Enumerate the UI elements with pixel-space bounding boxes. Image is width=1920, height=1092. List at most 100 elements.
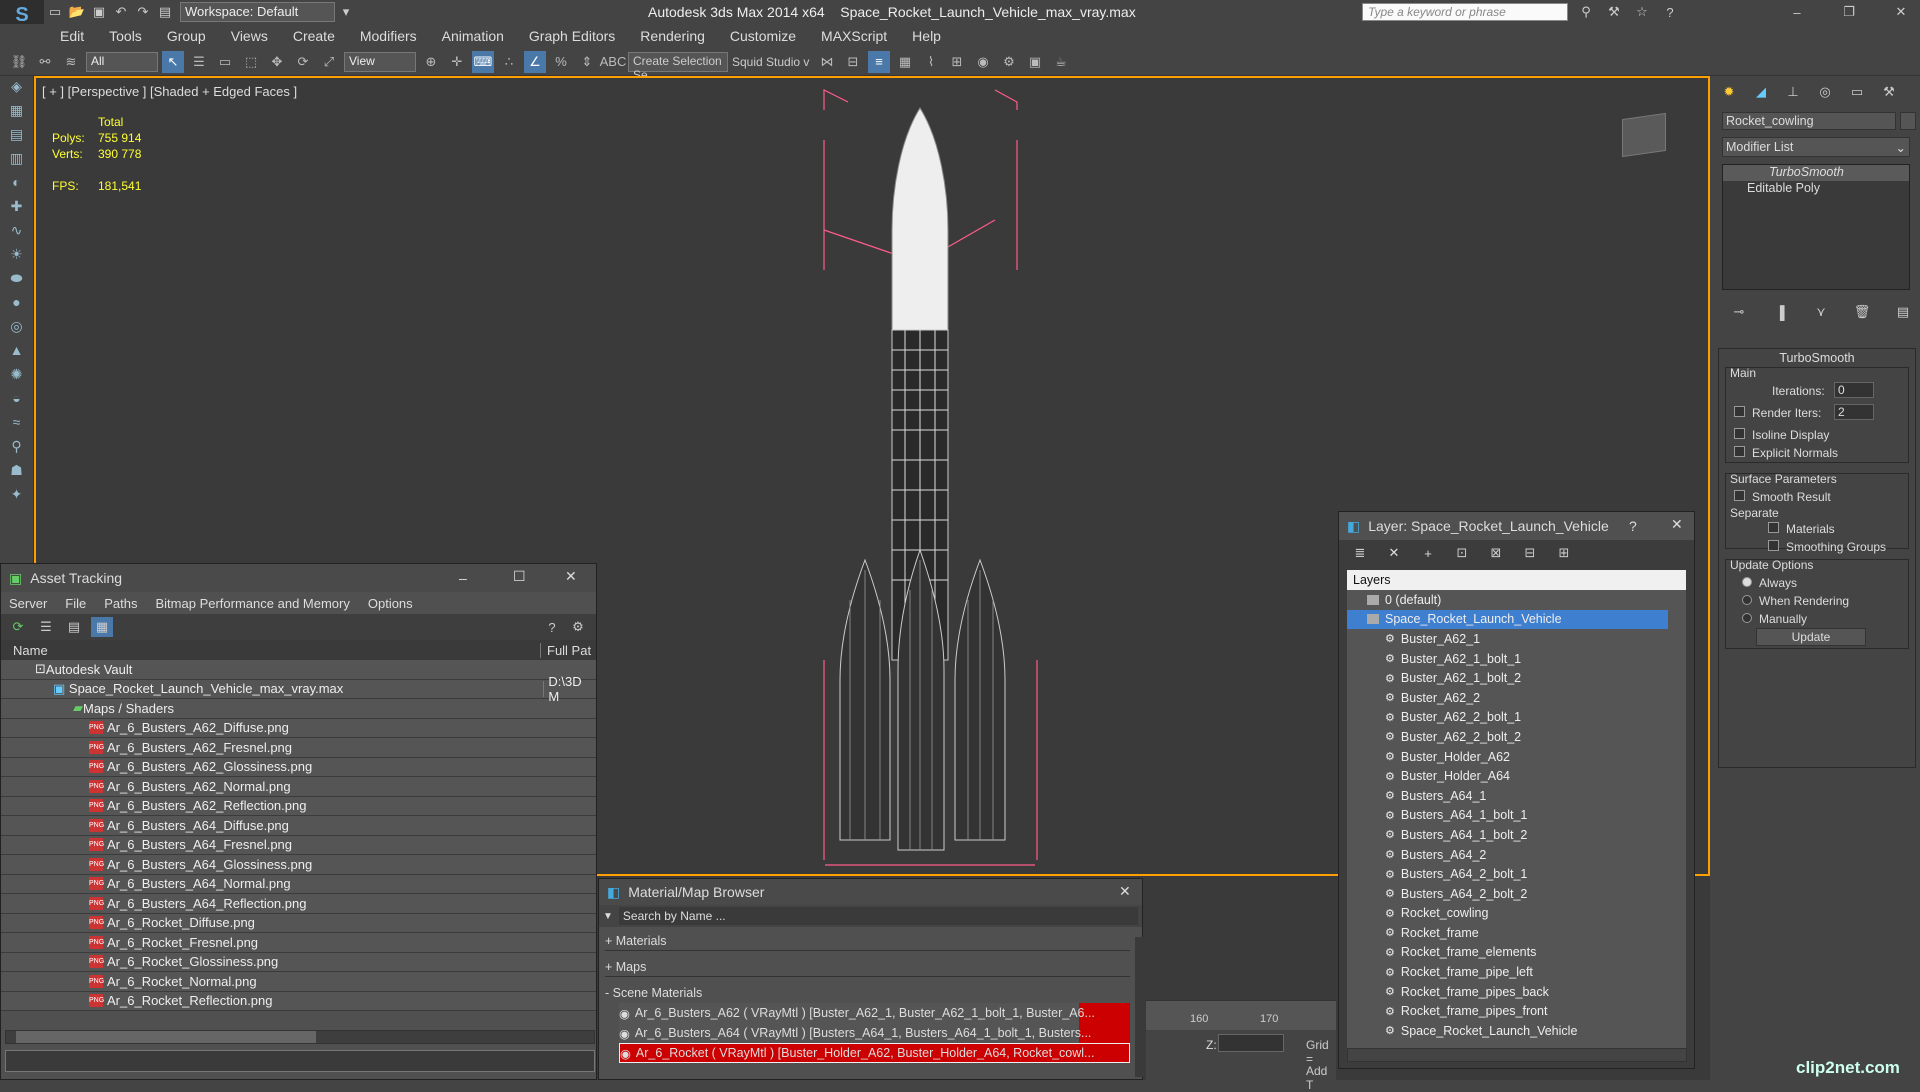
sphere-tool-icon[interactable]: ●	[4, 294, 29, 316]
help-icon[interactable]: ?	[1659, 2, 1681, 22]
menu-edit[interactable]: Edit	[60, 28, 84, 44]
light-tool-icon[interactable]: ☀	[4, 246, 29, 268]
shape-tool-icon[interactable]: ⬬	[4, 270, 29, 292]
menu-options[interactable]: Options	[368, 596, 413, 611]
helper-tool-icon[interactable]: ✚	[4, 198, 29, 220]
select-in-layer-icon[interactable]: ⊡	[1451, 543, 1473, 563]
menu-group[interactable]: Group	[167, 28, 206, 44]
z-coordinate-field[interactable]	[1218, 1034, 1284, 1052]
layer-object-row[interactable]: ⚙ Rocket_frame_pipes_back	[1385, 982, 1686, 1002]
pivot-icon[interactable]: ⊕	[420, 51, 442, 73]
select-manipulate-icon[interactable]: ✛	[446, 51, 468, 73]
menu-graph-editors[interactable]: Graph Editors	[529, 28, 615, 44]
redo-icon[interactable]: ↷	[132, 2, 154, 22]
remove-modifier-icon[interactable]: 🗑	[1851, 302, 1873, 322]
layer-row-default[interactable]: 0 (default)	[1347, 590, 1686, 610]
menu-tools[interactable]: Tools	[109, 28, 142, 44]
minimize-icon[interactable]: –	[459, 570, 467, 586]
graphite-ribbon-icon[interactable]: ▦	[894, 51, 916, 73]
rocket-wireframe-model[interactable]	[810, 80, 1050, 880]
teapot-tool-icon[interactable]: ◒	[4, 390, 29, 412]
percent-snap-icon[interactable]: %	[550, 51, 572, 73]
torus-tool-icon[interactable]: ◎	[4, 318, 29, 340]
update-button[interactable]: Update	[1756, 628, 1866, 646]
refresh-icon[interactable]: ⟳	[7, 617, 29, 637]
layer-object-row[interactable]: ⚙ Rocket_frame_elements	[1385, 943, 1686, 963]
rectangular-selection-icon[interactable]: ▭	[214, 51, 236, 73]
section-materials[interactable]: + Materials	[605, 931, 1130, 951]
keyboard-shortcut-override-icon[interactable]: ⌨	[472, 50, 494, 73]
show-end-result-icon[interactable]: ▐	[1769, 302, 1791, 322]
layers-column-header[interactable]: Layers	[1347, 570, 1686, 590]
table-row[interactable]: PNG Ar_6_Rocket_Reflection.png	[1, 992, 596, 1011]
freeze-all-layers-icon[interactable]: ⊞	[1553, 543, 1575, 563]
section-scene-materials[interactable]: - Scene Materials	[605, 983, 1130, 1003]
layer-object-row[interactable]: ⚙ Buster_A62_1_bolt_1	[1385, 649, 1686, 669]
help-button[interactable]: ?	[1629, 518, 1637, 534]
layer-object-row[interactable]: ⚙ Busters_A64_2	[1385, 845, 1686, 865]
menu-customize[interactable]: Customize	[730, 28, 796, 44]
layer-object-row[interactable]: ⚙ Buster_Holder_A64	[1385, 766, 1686, 786]
modifier-list-dropdown[interactable]: Modifier List ⌄	[1722, 137, 1910, 157]
bind-space-warp-icon[interactable]: ≋	[60, 51, 82, 73]
spring-tool-icon[interactable]: ≈	[4, 414, 29, 436]
layer-object-row[interactable]: ⚙ Rocket_cowling	[1385, 904, 1686, 924]
layer-horizontal-scrollbar[interactable]	[1347, 1048, 1687, 1062]
render-production-icon[interactable]: ☕	[1050, 51, 1072, 73]
hierarchy-tab-icon[interactable]: ⊥	[1782, 82, 1804, 102]
list-view-icon[interactable]: ☰	[35, 617, 57, 637]
isoline-checkbox[interactable]	[1734, 428, 1745, 439]
table-row[interactable]: PNG Ar_6_Busters_A62_Fresnel.png	[1, 738, 596, 758]
bone-tool-icon[interactable]: ⚲	[4, 438, 29, 460]
spinner-snap-icon[interactable]: ⇕	[576, 51, 598, 73]
grid-view-icon[interactable]: ▦	[91, 617, 113, 637]
open-file-icon[interactable]: 📂	[66, 2, 88, 22]
menu-bitmap-performance[interactable]: Bitmap Performance and Memory	[156, 596, 350, 611]
align-icon[interactable]: ⊟	[842, 51, 864, 73]
table-row[interactable]: ▰ Maps / Shaders	[1, 699, 596, 719]
schematic-view-icon[interactable]: ⊞	[946, 51, 968, 73]
menu-help[interactable]: Help	[912, 28, 941, 44]
close-icon[interactable]: ✕	[1890, 2, 1912, 22]
minimize-icon[interactable]: –	[1786, 2, 1808, 22]
table-row[interactable]: PNG Ar_6_Rocket_Diffuse.png	[1, 914, 596, 933]
table-row[interactable]: PNG Ar_6_Busters_A64_Glossiness.png	[1, 855, 596, 875]
snaps-toggle-icon[interactable]: ∴	[498, 51, 520, 73]
table-row[interactable]: PNG Ar_6_Busters_A64_Diffuse.png	[1, 816, 596, 836]
create-layer-icon[interactable]: ≣	[1349, 543, 1371, 563]
new-file-icon[interactable]: ▭	[44, 2, 66, 22]
manually-radio[interactable]	[1742, 613, 1752, 623]
layer-object-row[interactable]: ⚙ Busters_A64_2_bolt_1	[1385, 864, 1686, 884]
layer-object-row[interactable]: ⚙ Busters_A64_1	[1385, 786, 1686, 806]
table-row[interactable]: PNG Ar_6_Busters_A62_Diffuse.png	[1, 719, 596, 738]
edit-named-selection-icon[interactable]: ABC	[600, 51, 627, 73]
table-row[interactable]: PNG Ar_6_Busters_A64_Reflection.png	[1, 894, 596, 914]
menu-maxscript[interactable]: MAXScript	[821, 28, 887, 44]
chevron-down-icon[interactable]: ▼	[603, 911, 613, 922]
render-setup-icon[interactable]: ⚙	[998, 51, 1020, 73]
material-browser-titlebar[interactable]: ◧ Material/Map Browser ✕	[599, 879, 1142, 905]
sun-tool-icon[interactable]: ✺	[4, 366, 29, 388]
configure-sets-icon[interactable]: ▤	[1892, 302, 1914, 322]
layer-object-row[interactable]: ⚙ Busters_A64_1_bolt_1	[1385, 806, 1686, 826]
table-row[interactable]: PNG Ar_6_Busters_A62_Glossiness.png	[1, 758, 596, 777]
graphite-tool-icon[interactable]: ◈	[4, 78, 29, 100]
layer-object-row[interactable]: ⚙ Buster_A62_1_bolt_2	[1385, 668, 1686, 688]
timeline-track[interactable]: 160 170	[1146, 1000, 1336, 1030]
layer-object-row[interactable]: ⚙ Buster_A62_1	[1385, 629, 1686, 649]
add-time-tag[interactable]: Add T	[1306, 1064, 1336, 1092]
scale-icon[interactable]: ⤢	[318, 51, 340, 73]
move-icon[interactable]: ✥	[266, 51, 288, 73]
rendered-frame-icon[interactable]: ▣	[1024, 51, 1046, 73]
render-iters-checkbox[interactable]	[1734, 406, 1745, 417]
maximize-icon[interactable]: ☐	[513, 568, 526, 585]
add-to-layer-icon[interactable]: +	[1417, 543, 1439, 563]
layer-object-row[interactable]: ⚙ Buster_A62_2_bolt_1	[1385, 708, 1686, 728]
close-icon[interactable]: ✕	[1119, 883, 1131, 900]
table-row[interactable]: PNG Ar_6_Busters_A64_Normal.png	[1, 875, 596, 894]
table-row[interactable]: ⊡ Autodesk Vault	[1, 660, 596, 680]
menu-modifiers[interactable]: Modifiers	[360, 28, 417, 44]
viewport-label[interactable]: [ + ] [Perspective ] [Shaded + Edged Fac…	[42, 84, 297, 99]
particle-tool-icon[interactable]: ✦	[4, 486, 29, 508]
layer-object-row[interactable]: ⚙ Buster_Holder_A62	[1385, 747, 1686, 767]
